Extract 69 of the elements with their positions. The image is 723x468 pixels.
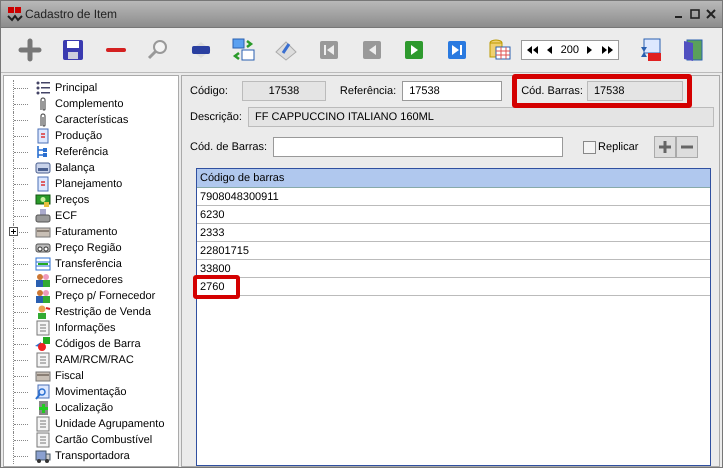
tree-item[interactable]: Faturamento: [55, 226, 118, 238]
field-label: Referência:: [340, 85, 396, 97]
magnifier-icon: [35, 384, 51, 400]
tree-item[interactable]: Códigos de Barra: [55, 338, 141, 350]
tree-item[interactable]: Complemento: [55, 98, 124, 110]
field-label: Cód. de Barras:: [190, 141, 268, 153]
next-page-icon[interactable]: [586, 46, 592, 54]
code-field: 17538: [242, 81, 326, 101]
tree-item[interactable]: Movimentação: [55, 386, 127, 398]
calculator-icon: [35, 160, 51, 176]
tree-item[interactable]: Cartão Combustível: [55, 434, 152, 446]
tree-item[interactable]: Fornecedores: [55, 274, 123, 286]
description-field: FF CAPPUCCINO ITALIANO 160ML: [248, 107, 714, 127]
replicate-checkbox[interactable]: [583, 140, 596, 154]
tree-item[interactable]: Transportadora: [55, 450, 130, 462]
tree-item[interactable]: Preços: [55, 194, 90, 206]
list-icon: [35, 80, 51, 96]
close-icon[interactable]: [706, 9, 716, 19]
people-icon: [35, 288, 51, 304]
barcode-field: 17538: [586, 81, 683, 101]
tree-item[interactable]: Restrição de Venda: [55, 306, 152, 318]
field-label: Código:: [190, 85, 228, 97]
tree-item[interactable]: Fiscal: [55, 370, 84, 382]
tree-item[interactable]: Características: [55, 114, 128, 126]
note-icon: [35, 416, 51, 432]
shapes-icon: [35, 336, 51, 352]
tree-item[interactable]: Transferência: [55, 258, 122, 270]
truck-icon: [35, 448, 51, 464]
document-icon: [35, 128, 51, 144]
barcode-input[interactable]: [273, 137, 564, 157]
tree-item[interactable]: ECF: [55, 210, 77, 222]
add-barcode-button[interactable]: [654, 136, 676, 158]
last-page-icon[interactable]: [600, 46, 614, 54]
remove-barcode-button[interactable]: [676, 136, 698, 158]
tree-item[interactable]: Principal: [55, 82, 98, 94]
tree-item[interactable]: Planejamento: [55, 178, 122, 190]
tree-item[interactable]: Unidade Agrupamento: [55, 418, 164, 430]
window-title: Cadastro de Item: [25, 7, 118, 21]
tree-item[interactable]: Preço Região: [55, 242, 122, 254]
tree-item[interactable]: RAM/RCM/RAC: [55, 354, 134, 366]
page-size-field[interactable]: 200: [520, 40, 619, 60]
previous-page-icon[interactable]: [547, 46, 554, 54]
first-page-icon[interactable]: [526, 46, 540, 54]
tree-item[interactable]: Localização: [55, 402, 114, 414]
note-icon: [35, 320, 51, 336]
note-icon: [35, 432, 51, 448]
checkbox-label: Replicar: [598, 141, 638, 153]
people-icon: [35, 272, 51, 288]
tree-item[interactable]: Produção: [55, 130, 102, 142]
banknote-icon: [35, 192, 51, 208]
reference-field[interactable]: 17538: [402, 81, 502, 101]
person-icon: [35, 304, 51, 320]
tree-item[interactable]: Balança: [55, 162, 95, 174]
field-label: Cód. Barras:: [521, 85, 583, 97]
printer-icon: [35, 208, 51, 224]
tree-item[interactable]: Preço p/ Fornecedor: [55, 290, 156, 302]
tree-item[interactable]: Informações: [55, 322, 116, 334]
column-header[interactable]: Código de barras: [200, 172, 284, 184]
field-label: Descrição:: [190, 111, 242, 123]
tree-item[interactable]: Referência: [55, 146, 108, 158]
table-cell[interactable]: 2760: [193, 274, 240, 298]
app-logo-icon: [7, 6, 23, 22]
plus-icon: [658, 140, 672, 154]
page-size-value: 200: [560, 44, 579, 56]
expand-toggle[interactable]: [9, 227, 18, 236]
maximize-icon[interactable]: [690, 9, 700, 19]
note-icon: [35, 352, 51, 368]
document-icon: [35, 176, 51, 192]
table-icon: [35, 256, 51, 272]
